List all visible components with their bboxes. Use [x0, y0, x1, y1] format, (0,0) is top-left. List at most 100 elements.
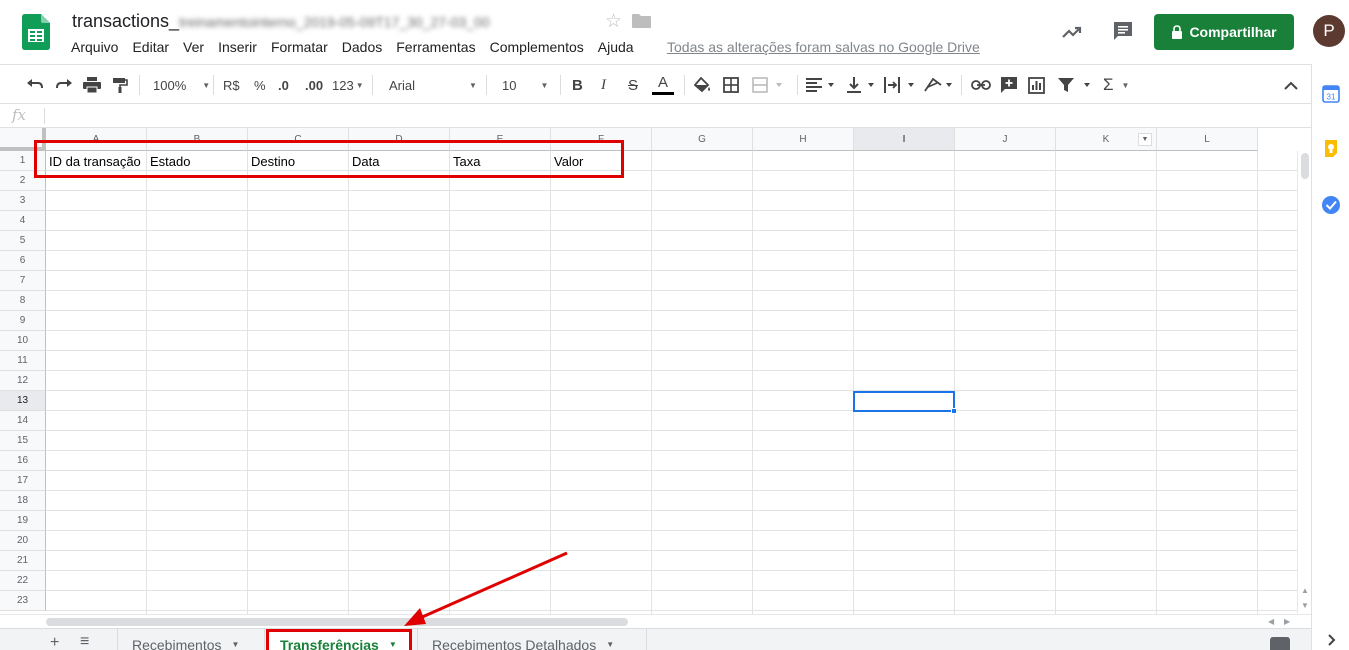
- row-header-20[interactable]: 20: [0, 531, 46, 551]
- bold-button[interactable]: B: [572, 65, 583, 105]
- print-button[interactable]: [83, 65, 101, 105]
- column-header-i[interactable]: I: [854, 128, 955, 151]
- cell-f1[interactable]: Valor: [551, 151, 651, 171]
- insert-comment-button[interactable]: [1000, 65, 1018, 105]
- calendar-icon[interactable]: 31: [1321, 84, 1341, 104]
- merge-cells-button[interactable]: [752, 65, 782, 105]
- cell-e1[interactable]: Taxa: [450, 151, 550, 171]
- keep-icon[interactable]: [1321, 139, 1341, 159]
- tab-caret-icon[interactable]: ▼: [389, 640, 397, 649]
- row-header-8[interactable]: 8: [0, 291, 46, 311]
- text-color-button[interactable]: A: [652, 65, 674, 105]
- menu-ver[interactable]: Ver: [183, 39, 204, 55]
- row-header-19[interactable]: 19: [0, 511, 46, 531]
- vertical-scroll-thumb[interactable]: [1301, 153, 1309, 179]
- filter-button[interactable]: [1058, 65, 1092, 105]
- sheet-tab-recebimentos[interactable]: Recebimentos ▼: [118, 629, 264, 650]
- fill-color-button[interactable]: [694, 65, 712, 105]
- menu-inserir[interactable]: Inserir: [218, 39, 257, 55]
- horizontal-scrollbar[interactable]: ◀ ▶: [0, 614, 1311, 628]
- decrease-decimal-button[interactable]: .0: [278, 65, 289, 105]
- insert-link-button[interactable]: [971, 65, 991, 105]
- column-header-l[interactable]: L: [1157, 128, 1258, 151]
- row-header-22[interactable]: 22: [0, 571, 46, 591]
- row-header-4[interactable]: 4: [0, 211, 46, 231]
- cell-b1[interactable]: Estado: [147, 151, 247, 171]
- borders-button[interactable]: [723, 65, 739, 105]
- row-header-1[interactable]: 1: [0, 151, 46, 171]
- explore-button[interactable]: [1270, 637, 1290, 650]
- menu-arquivo[interactable]: Arquivo: [71, 39, 118, 55]
- number-format-select[interactable]: 123 ▼: [332, 65, 364, 105]
- row-header-7[interactable]: 7: [0, 271, 46, 291]
- tab-caret-icon[interactable]: ▼: [606, 640, 614, 649]
- fill-handle[interactable]: [951, 408, 957, 414]
- scroll-up-arrow-icon[interactable]: ▲: [1301, 586, 1309, 595]
- redo-button[interactable]: [55, 65, 73, 105]
- percent-format-button[interactable]: %: [254, 65, 266, 105]
- row-header-23[interactable]: 23: [0, 591, 46, 611]
- text-rotation-button[interactable]: [924, 65, 954, 105]
- cell-d1[interactable]: Data: [349, 151, 449, 171]
- explore-trend-icon[interactable]: [1060, 20, 1084, 44]
- all-sheets-icon[interactable]: ≡: [80, 633, 89, 650]
- scroll-right-arrow-icon[interactable]: ▶: [1284, 617, 1290, 626]
- vertical-scrollbar[interactable]: ▲ ▼: [1297, 151, 1311, 614]
- italic-button[interactable]: I: [601, 65, 606, 105]
- zoom-select[interactable]: 100% ▼: [153, 65, 210, 105]
- row-header-13[interactable]: 13: [0, 391, 46, 411]
- font-size-select[interactable]: 10 ▼: [502, 65, 548, 105]
- column-header-c[interactable]: C: [248, 128, 349, 151]
- undo-button[interactable]: [26, 65, 44, 105]
- formula-input[interactable]: [52, 104, 1292, 127]
- currency-format-button[interactable]: R$: [223, 65, 240, 105]
- strikethrough-button[interactable]: S: [628, 65, 638, 105]
- spreadsheet-grid[interactable]: A B C D E F G H I J K L ▼ 1 2 3 4 5 6 7 8 9 10 11 12 13 14 15 16 17 1…: [0, 128, 1311, 614]
- cell-a1[interactable]: ID da transação: [46, 151, 146, 171]
- collapse-toolbar-button[interactable]: [1284, 65, 1298, 105]
- row-header-10[interactable]: 10: [0, 331, 46, 351]
- row-header-18[interactable]: 18: [0, 491, 46, 511]
- column-header-a[interactable]: A: [46, 128, 147, 151]
- add-sheet-icon[interactable]: +: [50, 634, 59, 650]
- menu-ajuda[interactable]: Ajuda: [598, 39, 634, 55]
- row-header-2[interactable]: 2: [0, 171, 46, 191]
- row-header-16[interactable]: 16: [0, 451, 46, 471]
- row-header-14[interactable]: 14: [0, 411, 46, 431]
- column-header-f[interactable]: F: [551, 128, 652, 151]
- menu-dados[interactable]: Dados: [342, 39, 382, 55]
- sheet-tab-recebimentos-detalhados[interactable]: Recebimentos Detalhados ▼: [418, 629, 646, 650]
- document-title[interactable]: transactions_treinamentointerno_2019-05-…: [72, 11, 490, 32]
- sheet-tab-transferencias[interactable]: Transferências ▼: [266, 629, 411, 650]
- menu-formatar[interactable]: Formatar: [271, 39, 328, 55]
- menu-editar[interactable]: Editar: [132, 39, 169, 55]
- row-header-11[interactable]: 11: [0, 351, 46, 371]
- row-header-3[interactable]: 3: [0, 191, 46, 211]
- horizontal-align-button[interactable]: [806, 65, 836, 105]
- share-button[interactable]: Compartilhar: [1154, 14, 1294, 50]
- row-header-6[interactable]: 6: [0, 251, 46, 271]
- column-header-e[interactable]: E: [450, 128, 551, 151]
- insert-chart-button[interactable]: [1028, 65, 1045, 105]
- text-wrap-button[interactable]: [884, 65, 916, 105]
- row-header-15[interactable]: 15: [0, 431, 46, 451]
- column-header-g[interactable]: G: [652, 128, 753, 151]
- scroll-left-arrow-icon[interactable]: ◀: [1268, 617, 1274, 626]
- row-header-12[interactable]: 12: [0, 371, 46, 391]
- functions-button[interactable]: Σ ▼: [1103, 65, 1129, 105]
- column-header-j[interactable]: J: [955, 128, 1056, 151]
- vertical-align-button[interactable]: [846, 65, 876, 105]
- row-header-17[interactable]: 17: [0, 471, 46, 491]
- row-header-5[interactable]: 5: [0, 231, 46, 251]
- save-status-link[interactable]: Todas as alterações foram salvas no Goog…: [667, 39, 980, 55]
- increase-decimal-button[interactable]: .00: [305, 65, 323, 105]
- row-header-9[interactable]: 9: [0, 311, 46, 331]
- column-header-d[interactable]: D: [349, 128, 450, 151]
- column-filter-dropdown-icon[interactable]: ▼: [1138, 133, 1152, 146]
- row-header-21[interactable]: 21: [0, 551, 46, 571]
- selected-cell-i13[interactable]: [853, 391, 957, 414]
- tasks-icon[interactable]: [1321, 195, 1341, 215]
- sheets-logo-icon[interactable]: [22, 14, 50, 50]
- comments-icon[interactable]: [1112, 20, 1134, 42]
- folder-icon[interactable]: [632, 14, 651, 28]
